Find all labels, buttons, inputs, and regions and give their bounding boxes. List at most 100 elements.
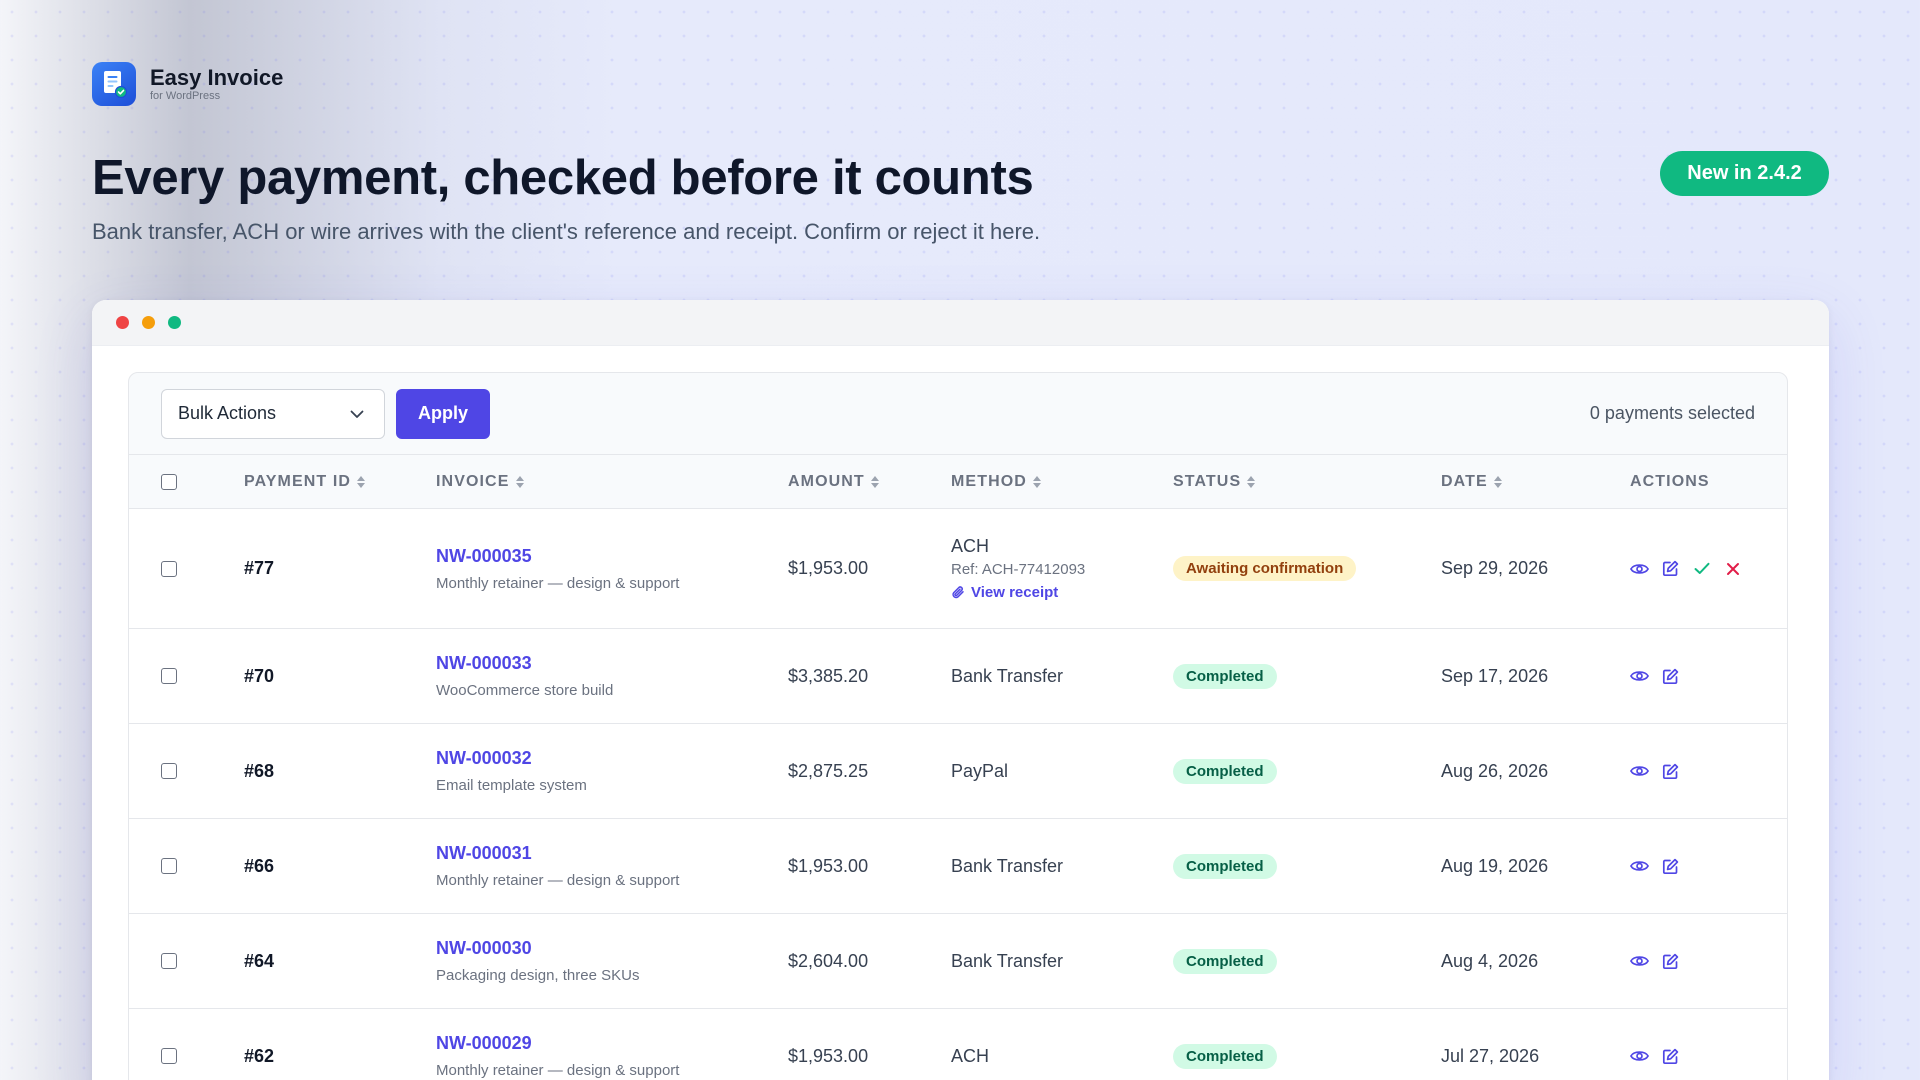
table-row: #62 NW-000029 Monthly retainer — design & … — [129, 1009, 1787, 1080]
window-minimize-dot[interactable] — [142, 316, 155, 329]
column-header-payment-id[interactable]: PAYMENT ID — [244, 473, 366, 491]
row-checkbox[interactable] — [161, 1048, 177, 1064]
payment-date: Sep 29, 2026 — [1441, 558, 1549, 578]
invoice-link[interactable]: NW-000032 — [436, 748, 587, 769]
column-header-date[interactable]: DATE — [1441, 473, 1502, 491]
invoice-link[interactable]: NW-000029 — [436, 1033, 679, 1054]
invoice-description: Monthly retainer — design & support — [436, 574, 680, 592]
column-header-amount[interactable]: AMOUNT — [788, 473, 879, 491]
table-row: #77 NW-000035 Monthly retainer — design & … — [129, 509, 1787, 629]
payment-amount: $2,875.25 — [788, 760, 869, 781]
row-checkbox[interactable] — [161, 953, 177, 969]
sort-icon — [515, 475, 524, 488]
payment-method: Bank Transfer — [951, 665, 1064, 686]
column-header-actions: ACTIONS — [1630, 472, 1710, 490]
payment-id: #70 — [244, 665, 275, 686]
payment-method: PayPal — [951, 760, 1009, 781]
paperclip-icon — [951, 585, 965, 600]
bulk-actions-select[interactable]: Bulk Actions — [161, 388, 385, 439]
payment-date: Aug 26, 2026 — [1441, 760, 1549, 781]
row-actions — [1630, 667, 1680, 686]
payment-amount: $3,385.20 — [788, 665, 869, 686]
invoice-logo-icon — [92, 62, 136, 106]
eye-icon[interactable] — [1630, 1047, 1649, 1066]
invoice-link[interactable]: NW-000030 — [436, 938, 639, 959]
eye-icon[interactable] — [1630, 559, 1649, 578]
payment-amount: $1,953.00 — [788, 558, 869, 578]
column-header-status[interactable]: STATUS — [1173, 473, 1256, 491]
column-header-invoice[interactable]: INVOICE — [436, 473, 524, 491]
bulk-toolbar: Bulk Actions Apply 0 payments selected — [129, 373, 1787, 455]
row-actions — [1630, 952, 1680, 971]
edit-icon[interactable] — [1661, 952, 1680, 971]
x-icon[interactable] — [1723, 559, 1742, 578]
payment-id: #68 — [244, 760, 275, 781]
page-headline: Every payment, checked before it counts — [92, 151, 1034, 205]
eye-icon[interactable] — [1630, 857, 1649, 876]
table-row: #66 NW-000031 Monthly retainer — design & … — [129, 819, 1787, 914]
apply-button[interactable]: Apply — [396, 388, 490, 439]
column-header-method[interactable]: METHOD — [951, 473, 1041, 491]
row-actions — [1630, 1047, 1680, 1066]
sort-icon — [1493, 475, 1502, 488]
eye-icon[interactable] — [1630, 952, 1649, 971]
invoice-description: WooCommerce store build — [436, 682, 614, 699]
payment-reference: Ref: ACH-77412093 — [951, 561, 1086, 578]
row-checkbox[interactable] — [161, 763, 177, 779]
page-subheadline: Bank transfer, ACH or wire arrives with … — [92, 219, 1041, 244]
sort-icon — [870, 475, 879, 488]
check-icon[interactable] — [1692, 559, 1711, 578]
row-actions — [1630, 762, 1680, 781]
select-all-checkbox[interactable] — [161, 473, 177, 490]
brand-tagline: for WordPress — [150, 90, 221, 102]
invoice-description: Packaging design, three SKUs — [436, 967, 640, 984]
status-badge: Completed — [1173, 948, 1277, 974]
invoice-link[interactable]: NW-000035 — [436, 546, 679, 567]
payments-table: PAYMENT ID INVOICE AMOUNT METHOD STATUS … — [129, 455, 1787, 1080]
eye-icon[interactable] — [1630, 667, 1649, 686]
invoice-link[interactable]: NW-000031 — [436, 843, 679, 864]
payment-amount: $2,604.00 — [788, 950, 869, 971]
table-row: #64 NW-000030 Packaging design, three SKUs… — [129, 914, 1787, 1009]
payment-date: Sep 17, 2026 — [1441, 665, 1549, 686]
table-row: #68 NW-000032 Email template system $2,875.… — [129, 724, 1787, 819]
bulk-actions-value: Bulk Actions — [178, 403, 277, 423]
row-actions — [1630, 559, 1742, 578]
brand: Easy Invoice for WordPress — [92, 62, 283, 106]
payment-method: Bank Transfer — [951, 855, 1064, 876]
invoice-description: Monthly retainer — design & support — [436, 872, 680, 889]
window-maximize-dot[interactable] — [168, 316, 181, 329]
sort-icon — [357, 475, 366, 488]
app-window: Bulk Actions Apply 0 payments selected P… — [92, 300, 1829, 1080]
payment-date: Jul 27, 2026 — [1441, 1045, 1540, 1066]
payment-id: #77 — [244, 558, 275, 578]
sort-icon — [1247, 475, 1256, 488]
status-badge: Awaiting confirmation — [1173, 556, 1357, 581]
payment-id: #62 — [244, 1045, 275, 1066]
payment-date: Aug 4, 2026 — [1441, 950, 1539, 971]
sort-icon — [1032, 475, 1041, 488]
edit-icon[interactable] — [1661, 1047, 1680, 1066]
payment-method: ACH — [951, 1045, 990, 1066]
window-close-dot[interactable] — [116, 316, 129, 329]
payment-id: #66 — [244, 855, 275, 876]
row-actions — [1630, 857, 1680, 876]
edit-icon[interactable] — [1661, 667, 1680, 686]
payment-amount: $1,953.00 — [788, 1045, 869, 1066]
row-checkbox[interactable] — [161, 668, 177, 684]
row-checkbox[interactable] — [161, 858, 177, 874]
payment-method: ACH — [951, 536, 990, 556]
status-badge: Completed — [1173, 758, 1277, 784]
table-row: #70 NW-000033 WooCommerce store build $3,38… — [129, 629, 1787, 724]
edit-icon[interactable] — [1661, 559, 1680, 578]
payment-id: #64 — [244, 950, 275, 971]
payment-amount: $1,953.00 — [788, 855, 869, 876]
row-checkbox[interactable] — [161, 560, 177, 577]
eye-icon[interactable] — [1630, 762, 1649, 781]
view-receipt-link[interactable]: View receipt — [951, 584, 1085, 601]
edit-icon[interactable] — [1661, 762, 1680, 781]
edit-icon[interactable] — [1661, 857, 1680, 876]
invoice-link[interactable]: NW-000033 — [436, 653, 613, 674]
window-titlebar — [92, 300, 1829, 346]
table-header-row: PAYMENT ID INVOICE AMOUNT METHOD STATUS … — [129, 455, 1787, 509]
